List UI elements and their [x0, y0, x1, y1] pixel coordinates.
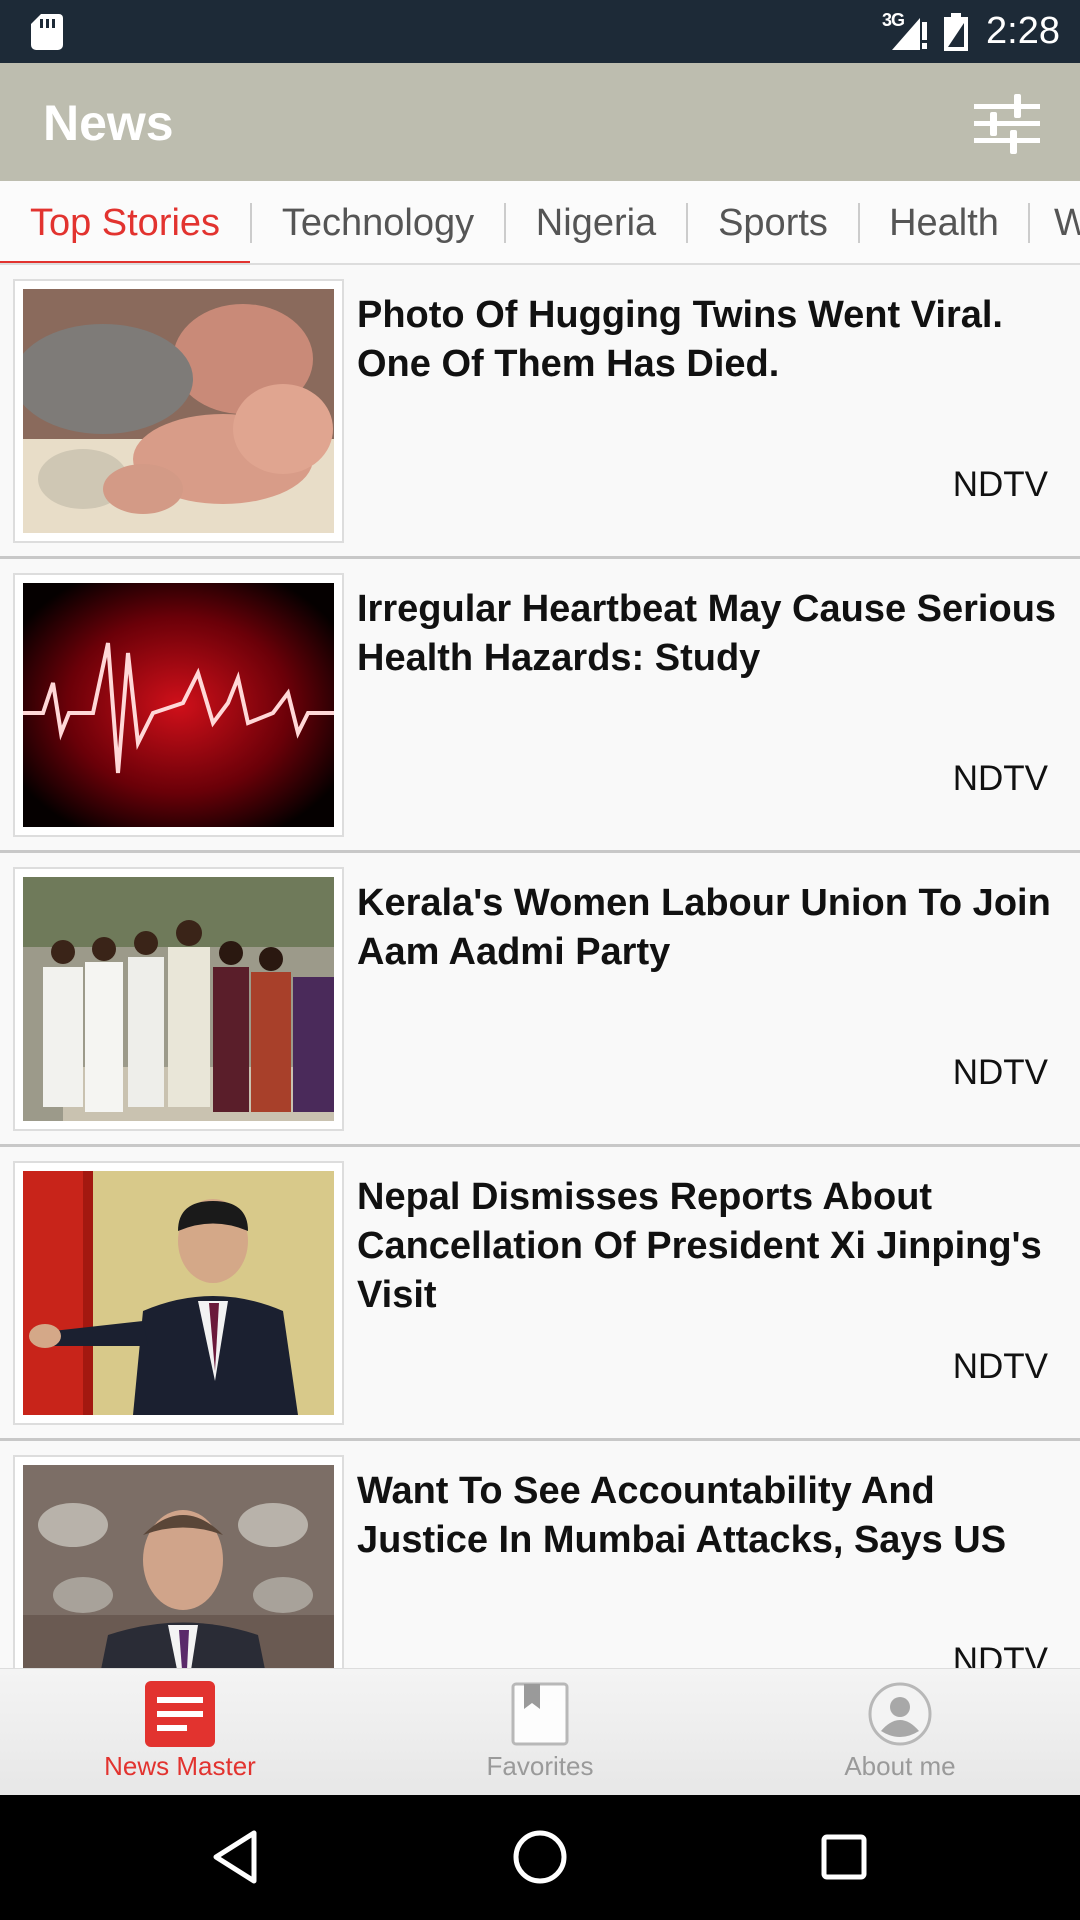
app-bar: News [0, 63, 1080, 181]
system-navigation-bar [0, 1795, 1080, 1920]
nav-news-master[interactable]: News Master [60, 1669, 300, 1796]
article-source: NDTV [952, 465, 1048, 504]
nav-favorites[interactable]: Favorites [420, 1669, 660, 1796]
filter-settings-icon[interactable] [974, 90, 1040, 156]
clock: 2:28 [986, 10, 1060, 52]
spokesperson-photo [23, 1465, 334, 1668]
battery-icon [944, 12, 969, 51]
tab-health[interactable]: Health [860, 181, 1028, 263]
article-thumbnail [13, 1455, 344, 1668]
home-icon[interactable] [508, 1825, 572, 1889]
nav-label: About me [844, 1751, 956, 1781]
article-headline: Nepal Dismisses Reports About Cancellati… [357, 1176, 1042, 1316]
article-headline: Want To See Accountability And Justice I… [357, 1470, 1007, 1561]
xi-jinping-photo [23, 1171, 334, 1415]
news-card[interactable]: Nepal Dismisses Reports About Cancellati… [0, 1147, 1080, 1441]
bookmark-icon [510, 1681, 570, 1752]
sd-card-icon [31, 14, 63, 50]
article-source: NDTV [952, 1347, 1048, 1386]
article-thumbnail [13, 573, 344, 837]
article-source: NDTV [952, 1641, 1048, 1668]
person-icon [867, 1681, 933, 1752]
status-bar: 3G 2:28 [0, 0, 1080, 63]
article-thumbnail [13, 279, 344, 543]
news-card[interactable]: Photo Of Hugging Twins Went Viral. One O… [0, 265, 1080, 559]
tab-sports[interactable]: Sports [688, 181, 858, 263]
article-source: NDTV [952, 759, 1048, 798]
tab-technology[interactable]: Technology [252, 181, 504, 263]
category-tabs: Top Stories Technology Nigeria Sports He… [0, 181, 1080, 265]
article-headline: Photo Of Hugging Twins Went Viral. One O… [357, 294, 1003, 385]
bottom-navigation: News Master Favorites About me [0, 1668, 1080, 1795]
article-headline: Kerala's Women Labour Union To Join Aam … [357, 882, 1051, 973]
twins-photo [23, 289, 334, 533]
cell-signal-icon: 3G [882, 10, 930, 52]
nav-about-me[interactable]: About me [780, 1669, 1020, 1796]
page-title: News [43, 95, 174, 151]
tab-more[interactable]: W [1054, 181, 1080, 263]
heartbeat-help-photo [23, 583, 334, 827]
article-headline: Irregular Heartbeat May Cause Serious He… [357, 588, 1057, 679]
news-card[interactable]: Irregular Heartbeat May Cause Serious He… [0, 559, 1080, 853]
news-feed[interactable]: Photo Of Hugging Twins Went Viral. One O… [0, 265, 1080, 1668]
tab-top-stories[interactable]: Top Stories [0, 181, 250, 263]
article-thumbnail [13, 1161, 344, 1425]
news-card[interactable]: Kerala's Women Labour Union To Join Aam … [0, 853, 1080, 1147]
recents-icon[interactable] [812, 1825, 876, 1889]
article-source: NDTV [952, 1053, 1048, 1092]
nav-label: News Master [104, 1751, 256, 1781]
news-icon [145, 1681, 215, 1752]
screen: 3G 2:28 News Top Stories Technology Nige… [0, 0, 1080, 1920]
tab-nigeria[interactable]: Nigeria [506, 181, 686, 263]
group-photo [23, 877, 334, 1121]
nav-label: Favorites [486, 1751, 594, 1781]
news-card[interactable]: Want To See Accountability And Justice I… [0, 1441, 1080, 1668]
back-icon[interactable] [204, 1825, 268, 1889]
article-thumbnail [13, 867, 344, 1131]
